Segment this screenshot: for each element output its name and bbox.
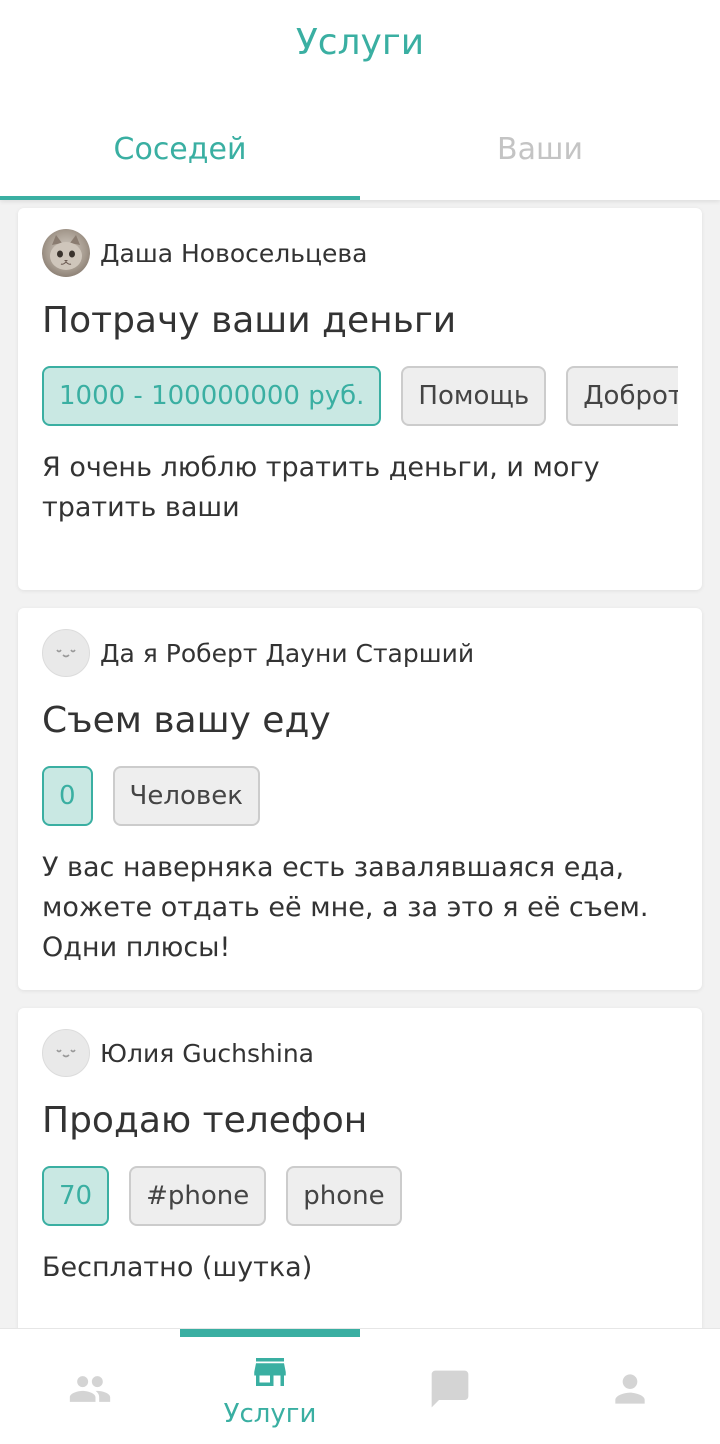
tag-list: 1000 - 100000000 руб. Помощь Доброта — [42, 366, 678, 426]
smile-face-icon — [56, 1049, 76, 1058]
page-title: Услуги — [295, 22, 425, 63]
services-feed[interactable]: Даша Новосельцева Потрачу ваши деньги 10… — [0, 200, 720, 1328]
nav-label: Услуги — [223, 1399, 317, 1429]
tab-yours[interactable]: Ваши — [360, 110, 720, 200]
tag-list: 0 Человек — [42, 766, 678, 826]
person-icon — [615, 1374, 645, 1404]
service-title: Потрачу ваши деньги — [42, 300, 457, 341]
category-tag: Помощь — [401, 366, 547, 426]
avatar — [42, 629, 90, 677]
tag-list: 70 #phone phone — [42, 1166, 678, 1226]
nav-chat[interactable] — [360, 1329, 540, 1444]
cat-avatar-icon — [50, 235, 82, 270]
app-header: Услуги Соседей Ваши — [0, 0, 720, 200]
avatar — [42, 229, 90, 277]
category-tag: Доброта — [566, 366, 678, 426]
service-title: Съем вашу еду — [42, 700, 331, 741]
category-tag: phone — [286, 1166, 402, 1226]
service-description: Бесплатно (шутка) — [42, 1252, 313, 1283]
category-tag: #phone — [129, 1166, 267, 1226]
tab-bar: Соседей Ваши — [0, 110, 720, 200]
service-card[interactable]: Юлия Guchshina Продаю телефон 70 #phone … — [18, 1008, 702, 1328]
tab-neighbors[interactable]: Соседей — [0, 110, 360, 200]
category-tag: Человек — [112, 766, 260, 826]
chat-icon — [431, 1370, 469, 1408]
people-icon — [69, 1376, 111, 1402]
author-name: Юлия Guchshina — [100, 1038, 314, 1068]
price-tag: 1000 - 100000000 руб. — [42, 366, 382, 426]
avatar — [42, 1029, 90, 1077]
service-description: У вас наверняка есть завалявшаяся еда, м… — [42, 852, 649, 963]
nav-profile[interactable] — [540, 1329, 720, 1444]
nav-services[interactable]: Услуги — [180, 1329, 360, 1444]
card-author[interactable]: Юлия Guchshina — [42, 1028, 314, 1078]
card-author[interactable]: Да я Роберт Дауни Старший — [42, 628, 474, 678]
card-author[interactable]: Даша Новосельцева — [42, 228, 367, 278]
nav-neighbors[interactable] — [0, 1329, 180, 1444]
service-card[interactable]: Даша Новосельцева Потрачу ваши деньги 10… — [18, 208, 702, 590]
store-icon — [254, 1358, 286, 1386]
price-tag: 70 — [42, 1166, 110, 1226]
service-card[interactable]: Да я Роберт Дауни Старший Съем вашу еду … — [18, 608, 702, 990]
author-name: Да я Роберт Дауни Старший — [100, 638, 475, 668]
service-description: Я очень люблю тратить деньги, и могу тра… — [42, 452, 600, 523]
smile-face-icon — [56, 649, 76, 658]
service-title: Продаю телефон — [42, 1100, 368, 1141]
bottom-nav: Услуги — [0, 1328, 720, 1444]
price-tag: 0 — [42, 766, 93, 826]
author-name: Даша Новосельцева — [100, 238, 368, 268]
